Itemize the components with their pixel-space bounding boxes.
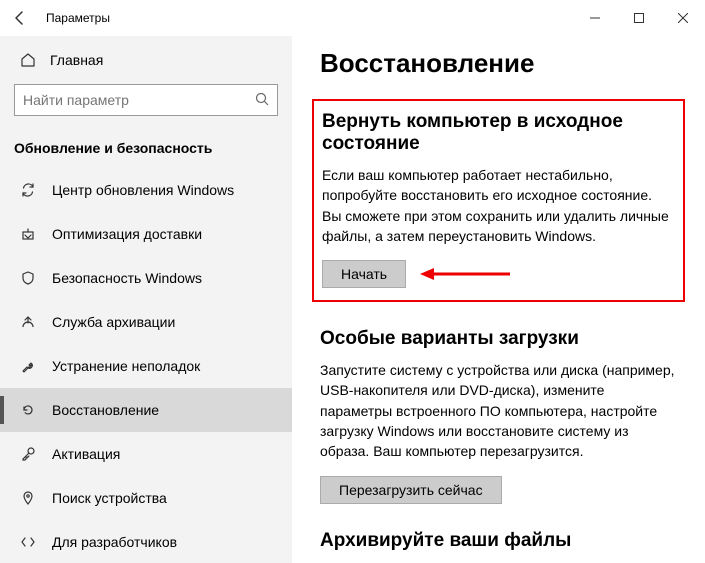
annotation-arrow [420,266,510,282]
restart-now-button[interactable]: Перезагрузить сейчас [320,476,502,504]
back-button[interactable] [0,0,40,36]
sidebar-item-label: Служба архивации [52,314,175,330]
code-icon [20,534,36,550]
backup-title: Архивируйте ваши файлы [320,530,677,552]
sidebar-item-label: Для разработчиков [52,534,177,550]
key-icon [20,446,36,462]
sidebar: Главная Обновление и безопасность Центр … [0,36,292,563]
advanced-body: Запустите систему с устройства или диска… [320,360,677,461]
main-panel[interactable]: Восстановление Вернуть компьютер в исход… [292,36,705,563]
search-input[interactable] [23,92,255,108]
reset-title: Вернуть компьютер в исходное состояние [322,111,675,155]
maximize-button[interactable] [617,0,661,36]
shield-icon [20,270,36,286]
sidebar-item-label: Восстановление [52,402,159,418]
section-reset: Вернуть компьютер в исходное состояние Е… [320,99,677,302]
sidebar-item-label: Оптимизация доставки [52,226,202,242]
page-title: Восстановление [320,48,677,79]
section-advanced-startup: Особые варианты загрузки Запустите систе… [320,328,677,503]
reset-start-button[interactable]: Начать [322,260,406,288]
recovery-icon [20,402,36,418]
window-title: Параметры [46,11,573,25]
nav-list: Центр обновления Windows Оптимизация дос… [0,168,292,563]
search-box[interactable] [14,84,278,116]
backup-icon [20,314,36,330]
sidebar-item-recovery[interactable]: Восстановление [0,388,292,432]
close-button[interactable] [661,0,705,36]
sidebar-item-label: Активация [52,446,120,462]
category-header: Обновление и безопасность [0,126,292,168]
minimize-button[interactable] [573,0,617,36]
titlebar: Параметры [0,0,705,36]
sidebar-item-find-device[interactable]: Поиск устройства [0,476,292,520]
sidebar-item-windows-update[interactable]: Центр обновления Windows [0,168,292,212]
search-icon [255,92,269,109]
sidebar-item-troubleshoot[interactable]: Устранение неполадок [0,344,292,388]
reset-body: Если ваш компьютер работает нестабильно,… [322,165,675,246]
home-icon [20,52,36,68]
sidebar-item-developers[interactable]: Для разработчиков [0,520,292,563]
content: Главная Обновление и безопасность Центр … [0,36,705,563]
sidebar-item-label: Устранение неполадок [52,358,200,374]
wrench-icon [20,358,36,374]
advanced-title: Особые варианты загрузки [320,328,677,350]
home-link[interactable]: Главная [0,44,292,76]
sidebar-item-backup[interactable]: Служба архивации [0,300,292,344]
reset-highlight-box: Вернуть компьютер в исходное состояние Е… [312,99,685,302]
location-icon [20,490,36,506]
sidebar-item-label: Центр обновления Windows [52,182,234,198]
home-label: Главная [50,52,103,68]
sidebar-item-delivery-optimization[interactable]: Оптимизация доставки [0,212,292,256]
sidebar-item-windows-security[interactable]: Безопасность Windows [0,256,292,300]
sync-icon [20,182,36,198]
section-backup-files: Архивируйте ваши файлы При наличии пробл… [320,530,677,563]
sidebar-item-label: Поиск устройства [52,490,167,506]
sidebar-item-label: Безопасность Windows [52,270,202,286]
sidebar-item-activation[interactable]: Активация [0,432,292,476]
delivery-icon [20,226,36,242]
